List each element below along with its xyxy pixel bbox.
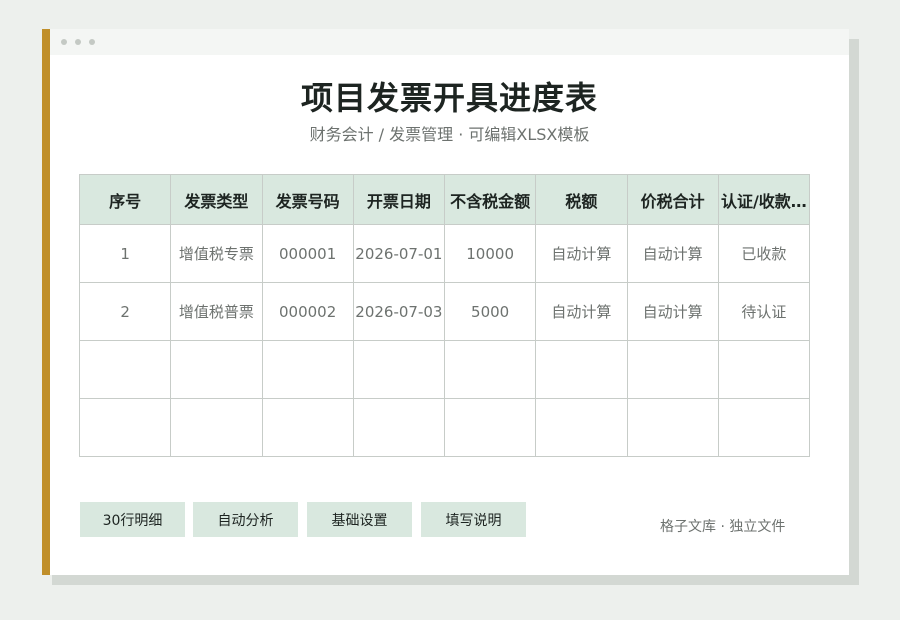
table-cell[interactable]: 1 (78, 224, 172, 283)
table-cell[interactable]: 5000 (443, 282, 537, 341)
table-cell[interactable]: 2026-07-01 (352, 224, 446, 283)
window-dot-icon (89, 39, 95, 45)
col-header-invoice-number: 发票号码 (261, 174, 354, 225)
table-cell[interactable] (352, 398, 446, 457)
table-cell[interactable] (535, 340, 628, 399)
page-subtitle: 财务会计 / 发票管理 · 可编辑XLSX模板 (309, 125, 590, 144)
window-dot-icon (75, 39, 81, 45)
col-header-amount-excl-tax: 不含税金额 (443, 174, 537, 225)
table-cell[interactable] (261, 398, 354, 457)
table-row (78, 340, 811, 399)
detail-rows-button[interactable]: 30行明细 (80, 502, 185, 537)
table-row: 1 增值税专票 000001 2026-07-01 10000 自动计算 自动计… (78, 224, 811, 283)
table-cell[interactable] (443, 340, 537, 399)
table-cell[interactable] (626, 398, 719, 457)
table-cell[interactable]: 增值税专票 (170, 224, 263, 283)
table-cell[interactable]: 2 (78, 282, 172, 341)
col-header-issue-date: 开票日期 (352, 174, 446, 225)
accent-bar (42, 29, 50, 575)
table-cell[interactable] (78, 340, 172, 399)
document-card: 项目发票开具进度表 财务会计 / 发票管理 · 可编辑XLSX模板 序号 发票类… (42, 29, 849, 575)
auto-analysis-button[interactable]: 自动分析 (193, 502, 298, 537)
table-cell[interactable] (261, 340, 354, 399)
invoice-table: 序号 发票类型 发票号码 开票日期 不含税金额 税额 价税合计 认证/收款… 1… (78, 174, 811, 457)
table-cell[interactable]: 已收款 (717, 224, 811, 283)
table-cell[interactable] (717, 340, 811, 399)
table-cell[interactable]: 待认证 (717, 282, 811, 341)
table-row: 2 增值税普票 000002 2026-07-03 5000 自动计算 自动计算… (78, 282, 811, 341)
table-cell[interactable] (352, 340, 446, 399)
window-topbar (50, 29, 849, 55)
table-cell[interactable]: 自动计算 (626, 282, 719, 341)
col-header-invoice-type: 发票类型 (170, 174, 263, 225)
table-cell[interactable] (717, 398, 811, 457)
table-cell[interactable]: 自动计算 (535, 224, 628, 283)
table-cell[interactable] (626, 340, 719, 399)
table-row (78, 398, 811, 457)
col-header-total: 价税合计 (626, 174, 719, 225)
table-cell[interactable]: 增值税普票 (170, 282, 263, 341)
col-header-status: 认证/收款… (717, 174, 811, 225)
footer-note: 格子文库 · 独立文件 (660, 519, 786, 535)
table-cell[interactable] (535, 398, 628, 457)
instructions-button[interactable]: 填写说明 (421, 502, 526, 537)
col-header-index: 序号 (78, 174, 172, 225)
table-cell[interactable]: 2026-07-03 (352, 282, 446, 341)
window-dot-icon (61, 39, 67, 45)
table-cell[interactable]: 000002 (261, 282, 354, 341)
table-cell[interactable]: 10000 (443, 224, 537, 283)
table-cell[interactable]: 000001 (261, 224, 354, 283)
table-header-row: 序号 发票类型 发票号码 开票日期 不含税金额 税额 价税合计 认证/收款… (78, 174, 811, 225)
basic-settings-button[interactable]: 基础设置 (307, 502, 412, 537)
col-header-tax: 税额 (535, 174, 628, 225)
table-cell[interactable] (170, 340, 263, 399)
table-cell[interactable]: 自动计算 (626, 224, 719, 283)
page-title: 项目发票开具进度表 (300, 79, 598, 117)
table-cell[interactable]: 自动计算 (535, 282, 628, 341)
table-cell[interactable] (78, 398, 172, 457)
table-cell[interactable] (170, 398, 263, 457)
table-cell[interactable] (443, 398, 537, 457)
